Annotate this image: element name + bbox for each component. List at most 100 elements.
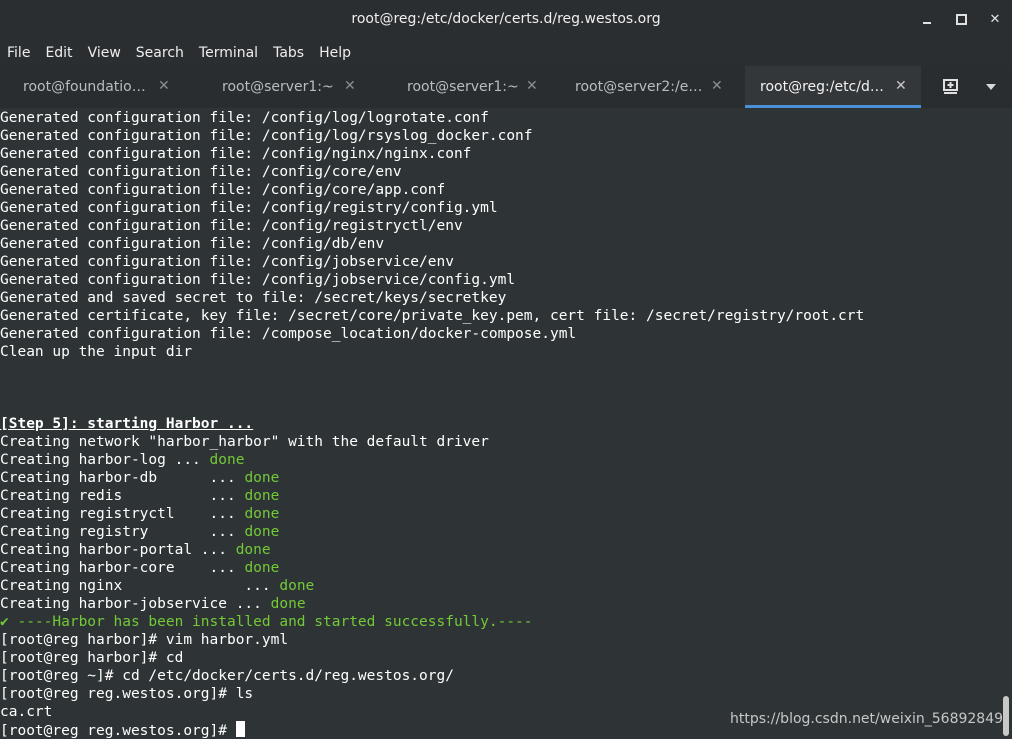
menu-help[interactable]: Help — [312, 45, 359, 61]
scrollbar[interactable] — [1000, 108, 1012, 739]
terminal-line: Generated configuration file: /config/db… — [0, 235, 384, 253]
tab-close-icon[interactable]: ✕ — [158, 78, 170, 94]
terminal-line-text: Creating registryctl ... — [0, 506, 245, 522]
tab-close-icon[interactable]: ✕ — [344, 78, 356, 94]
terminal-line: Clean up the input dir — [0, 343, 192, 361]
terminal-line-text: Creating redis ... — [0, 488, 245, 504]
terminal-line-text: Generated configuration file: /config/jo… — [0, 254, 454, 270]
terminal-line-text: Creating harbor-portal ... — [0, 542, 236, 558]
terminal-line-text: Creating harbor-jobservice ... — [0, 596, 271, 612]
tab-menu-chevron-down-icon[interactable] — [986, 84, 996, 90]
terminal-line: ca.crt — [0, 703, 52, 721]
tab-2[interactable]: root@server1:~ ✕ — [185, 66, 370, 108]
terminal-line: [root@reg harbor]# cd — [0, 649, 183, 667]
tab-close-icon[interactable]: ✕ — [711, 78, 723, 94]
terminal-line-text: Generated configuration file: /config/lo… — [0, 110, 489, 126]
terminal-line-text: Generated configuration file: /compose_l… — [0, 326, 577, 342]
terminal-line-text: [root@reg harbor]# cd — [0, 650, 184, 666]
terminal-line-text: [root@reg reg.westos.org]# — [0, 723, 236, 739]
terminal-line: Generated configuration file: /config/jo… — [0, 253, 454, 271]
window-controls: ✕ — [918, 8, 1004, 30]
tab-label: root@server1:~ — [222, 79, 334, 95]
terminal-line-text: Generated certificate, key file: /secret… — [0, 308, 865, 324]
tab-4[interactable]: root@server2:/e… ✕ — [555, 66, 745, 108]
terminal-line-text: [root@reg reg.westos.org]# ls — [0, 686, 254, 702]
terminal-line: Generated and saved secret to file: /sec… — [0, 289, 506, 307]
terminal-line-text: Generated configuration file: /config/re… — [0, 200, 498, 216]
status-done: done — [244, 560, 280, 576]
terminal-output[interactable]: Generated configuration file: /config/lo… — [0, 108, 1000, 739]
status-done: done — [270, 596, 306, 612]
close-icon: ✕ — [989, 11, 1001, 27]
terminal-line-text: Creating nginx ... — [0, 578, 280, 594]
terminal-line: Generated configuration file: /config/re… — [0, 199, 498, 217]
terminal-line: Generated configuration file: /config/co… — [0, 181, 445, 199]
terminal-line-text: Generated configuration file: /config/co… — [0, 182, 446, 198]
terminal-line: Generated configuration file: /config/lo… — [0, 127, 533, 145]
maximize-button[interactable] — [952, 8, 970, 30]
new-tab-button[interactable] — [942, 78, 962, 96]
terminal-line: Creating harbor-core ... done — [0, 559, 279, 577]
terminal-line: Creating redis ... done — [0, 487, 279, 505]
tab-bar: root@foundatio… ✕ root@server1:~ ✕ root@… — [0, 66, 1012, 109]
status-done: done — [244, 470, 280, 486]
title-bar: root@reg:/etc/docker/certs.d/reg.westos.… — [0, 0, 1012, 39]
menu-view[interactable]: View — [81, 45, 129, 61]
terminal-line-text: Generated configuration file: /config/jo… — [0, 272, 516, 288]
tab-label: root@foundatio… — [23, 79, 146, 95]
terminal-line: Generated configuration file: /config/jo… — [0, 271, 515, 289]
terminal-line-text: ✔ ----Harbor has been installed and star… — [0, 614, 533, 630]
terminal-line: [root@reg reg.westos.org]# ls — [0, 685, 253, 703]
tab-close-icon[interactable]: ✕ — [895, 78, 907, 94]
terminal-line: Creating harbor-log ... done — [0, 451, 244, 469]
minimize-icon — [923, 22, 931, 24]
terminal-line-text: Generated configuration file: /config/re… — [0, 218, 463, 234]
tab-1[interactable]: root@foundatio… ✕ — [0, 66, 185, 108]
minimize-button[interactable] — [918, 8, 936, 30]
terminal-line: Creating harbor-jobservice ... done — [0, 595, 306, 613]
tab-label: root@reg:/etc/d… — [760, 79, 884, 95]
tab-3[interactable]: root@server1:~ ✕ — [370, 66, 555, 108]
tab-close-icon[interactable]: ✕ — [526, 78, 538, 94]
terminal-line: [Step 5]: starting Harbor ... — [0, 415, 253, 433]
status-done: done — [244, 488, 280, 504]
status-done: done — [279, 578, 315, 594]
tab-5-active[interactable]: root@reg:/etc/d… ✕ — [745, 66, 921, 108]
terminal-line-text: ca.crt — [0, 704, 53, 720]
terminal-line-text: [root@reg harbor]# vim harbor.yml — [0, 632, 289, 648]
status-done: done — [244, 524, 280, 540]
terminal-line-text: Creating harbor-core ... — [0, 560, 245, 576]
menu-terminal[interactable]: Terminal — [192, 45, 266, 61]
terminal-line: Generated configuration file: /config/co… — [0, 163, 402, 181]
maximize-icon — [955, 13, 967, 25]
menu-bar: File Edit View Search Terminal Tabs Help — [0, 39, 1012, 66]
terminal-line-text: Generated configuration file: /config/db… — [0, 236, 385, 252]
terminal-line-text: Clean up the input dir — [0, 344, 193, 360]
terminal-cursor — [235, 721, 245, 737]
menu-tabs[interactable]: Tabs — [266, 45, 312, 61]
menu-edit[interactable]: Edit — [38, 45, 80, 61]
close-window-button[interactable]: ✕ — [986, 8, 1004, 30]
menu-file[interactable]: File — [0, 45, 38, 61]
terminal-line: Creating registry ... done — [0, 523, 279, 541]
terminal-line: ✔ ----Harbor has been installed and star… — [0, 613, 533, 631]
terminal-line: Creating registryctl ... done — [0, 505, 279, 523]
terminal-line: [root@reg ~]# cd /etc/docker/certs.d/reg… — [0, 667, 454, 685]
terminal-line: Generated certificate, key file: /secret… — [0, 307, 864, 325]
terminal-line-text: Creating registry ... — [0, 524, 245, 540]
scrollbar-thumb[interactable] — [1003, 696, 1009, 736]
menu-search[interactable]: Search — [129, 45, 192, 61]
terminal-line-text: [root@reg ~]# cd /etc/docker/certs.d/reg… — [0, 668, 454, 684]
terminal-line-text: Generated configuration file: /config/lo… — [0, 128, 533, 144]
terminal-line: Generated configuration file: /compose_l… — [0, 325, 576, 343]
terminal-line-text: Creating harbor-db ... — [0, 470, 245, 486]
terminal-line-text: Generated configuration file: /config/ng… — [0, 146, 472, 162]
terminal-line: [root@reg harbor]# vim harbor.yml — [0, 631, 288, 649]
window-title: root@reg:/etc/docker/certs.d/reg.westos.… — [351, 11, 661, 27]
terminal-line: Creating nginx ... done — [0, 577, 314, 595]
terminal-line: Generated configuration file: /config/lo… — [0, 109, 489, 127]
terminal-line: Generated configuration file: /config/re… — [0, 217, 463, 235]
tab-label: root@server1:~ — [407, 79, 519, 95]
terminal-line: Creating network "harbor_harbor" with th… — [0, 433, 489, 451]
terminal-line-text: Creating harbor-log ... — [0, 452, 210, 468]
